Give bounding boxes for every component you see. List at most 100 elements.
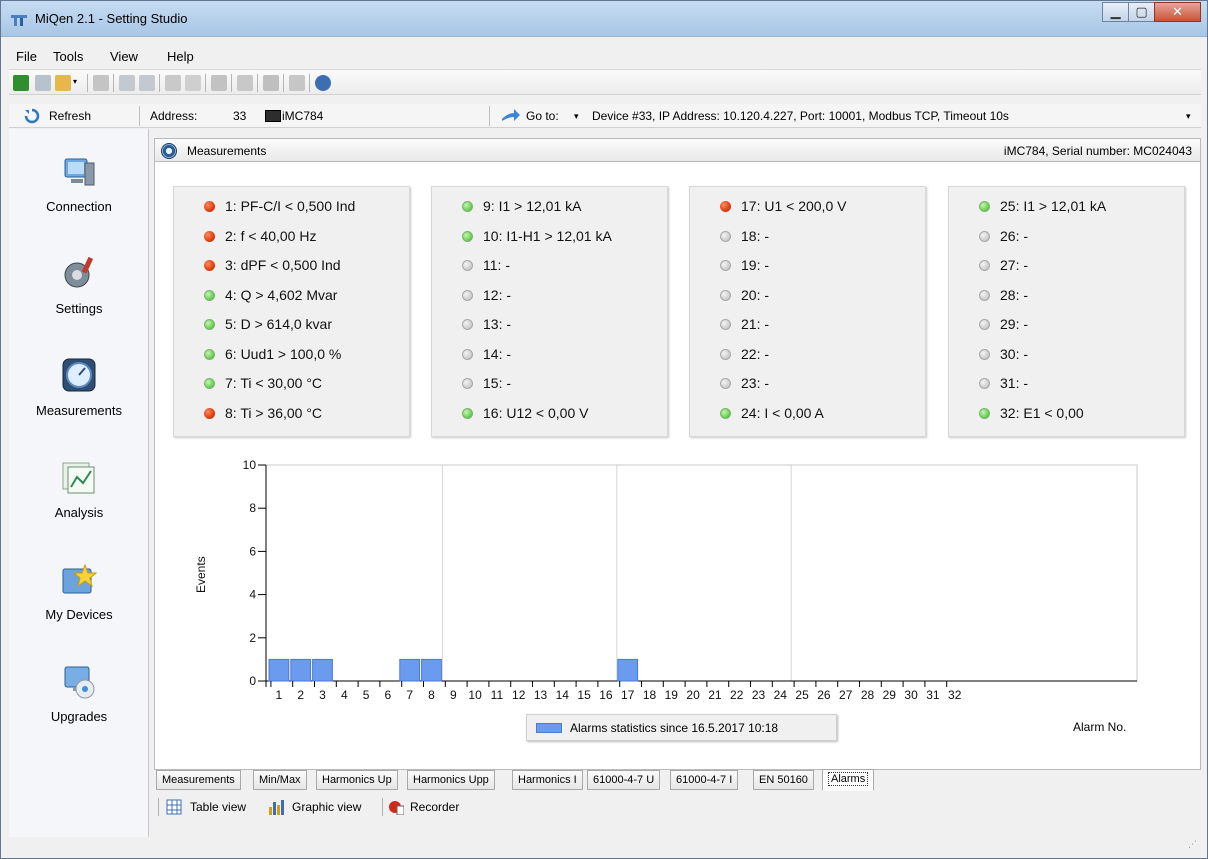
sidebar-item-analysis[interactable]: Analysis <box>9 455 149 545</box>
tab-harmonics-upp[interactable]: Harmonics Upp <box>407 770 495 790</box>
x-tick-label: 20 <box>686 688 700 702</box>
x-tick-label: 30 <box>904 688 918 702</box>
measurements-icon <box>62 358 96 392</box>
tab-min-max[interactable]: Min/Max <box>253 770 307 790</box>
legend-label: Alarms statistics since 16.5.2017 10:18 <box>570 721 779 735</box>
tab-label: Alarms <box>828 772 869 786</box>
alarm-label: 1: PF-C/I < 0,500 Ind <box>225 198 356 214</box>
tab-61000-4-7-i[interactable]: 61000-4-7 I <box>670 770 739 790</box>
resize-grip-icon[interactable]: ⋰ <box>1188 839 1197 850</box>
import-icon[interactable] <box>93 75 109 91</box>
open-folder-icon[interactable] <box>55 75 71 91</box>
tab-en-50160[interactable]: EN 50160 <box>753 770 814 790</box>
address-value[interactable]: 33 <box>233 109 246 123</box>
alarm-status-red-icon <box>204 230 215 242</box>
tab-harmonics-up[interactable]: Harmonics Up <box>316 770 398 790</box>
tab-61000-4-7-u[interactable]: 61000-4-7 U <box>587 770 661 790</box>
settings-icon <box>64 256 94 288</box>
y-axis-label: Events <box>194 556 208 593</box>
sidebar-item-upgrades[interactable]: Upgrades <box>9 659 149 749</box>
menu-file[interactable]: File <box>16 49 37 64</box>
print-icon[interactable] <box>165 75 181 91</box>
connection-icon <box>64 158 95 186</box>
alarm-label: 27: - <box>1000 257 1029 273</box>
close-button[interactable]: ✕ <box>1154 2 1201 22</box>
x-tick-label: 16 <box>599 688 613 702</box>
menu-view[interactable]: View <box>110 49 138 64</box>
x-tick-label: 11 <box>491 688 504 702</box>
x-tick-label: 22 <box>730 688 744 702</box>
tabs-bar: Measurements Min/Max Harmonics Up Harmonics… <box>154 769 1201 792</box>
tab-alarms[interactable]: Alarms <box>822 769 875 791</box>
chart-icon[interactable] <box>211 75 227 91</box>
alarm-label: 23: - <box>741 375 770 391</box>
refresh-icon[interactable] <box>24 108 40 124</box>
sidebar-item-my-devices[interactable]: My Devices <box>9 557 149 647</box>
goto-dropdown-icon[interactable]: ▾ <box>574 111 579 122</box>
alarm-status-grey-icon <box>720 289 731 301</box>
x-tick-label: 4 <box>341 688 348 702</box>
title-bar[interactable]: MiQen 2.1 - Setting Studio ▁ ▢ ✕ <box>1 1 1207 37</box>
device-model: iMC784 <box>282 109 324 123</box>
x-tick-label: 5 <box>363 688 370 702</box>
goto-target[interactable]: Device #33, IP Address: 10.120.4.227, Po… <box>592 109 1009 123</box>
alarm-label: 8: Ti > 36,00 °C <box>225 404 323 421</box>
sidebar-label-measurements: Measurements <box>36 403 122 418</box>
chart-legend: Alarms statistics since 16.5.2017 10:18 <box>526 714 837 741</box>
alarm-label: 4: Q > 4,602 Mvar <box>225 286 338 303</box>
alarm-status-green-icon <box>979 407 990 419</box>
alarm-status-green-icon <box>979 201 990 212</box>
alarm-status-grey-icon <box>462 319 473 330</box>
x-tick-label: 19 <box>665 688 679 702</box>
y-tick-label: 4 <box>249 588 256 602</box>
alarm-status-red-icon <box>720 201 731 212</box>
alarm-status-red-icon <box>204 201 215 212</box>
x-tick-label: 18 <box>643 688 657 702</box>
tab-harmonics-i[interactable]: Harmonics I <box>512 770 583 790</box>
menu-help[interactable]: Help <box>167 49 194 64</box>
x-tick-label: 3 <box>319 688 326 702</box>
sidebar-label-analysis: Analysis <box>54 505 104 520</box>
settings-wrench-icon[interactable] <box>289 75 305 91</box>
y-tick-label: 6 <box>249 544 256 558</box>
open-dropdown-icon[interactable]: ▾ <box>73 77 81 93</box>
print-device-icon[interactable] <box>35 75 51 91</box>
sidebar-item-measurements[interactable]: Measurements <box>9 353 149 443</box>
graphic-view-button[interactable]: Graphic view <box>292 800 361 814</box>
x-tick-label: 1 <box>276 688 283 702</box>
tab-measurements[interactable]: Measurements <box>156 770 241 790</box>
sidebar-item-settings[interactable]: Settings <box>9 251 149 341</box>
alarm-label: 20: - <box>741 286 770 303</box>
measurements-gauge-icon <box>161 143 177 159</box>
upgrades-icon <box>64 666 95 699</box>
print-preview-icon[interactable] <box>185 75 201 91</box>
refresh-button[interactable]: Refresh <box>49 109 91 123</box>
minimize-button[interactable]: ▁ <box>1102 2 1129 22</box>
alarm-label: 2: f < 40,00 Hz <box>225 227 317 244</box>
alarm-status-grey-icon <box>462 260 473 271</box>
window-icon[interactable] <box>263 75 279 91</box>
save-all-icon[interactable] <box>139 75 155 91</box>
tools-icon[interactable] <box>237 75 253 91</box>
maximize-button[interactable]: ▢ <box>1128 2 1155 22</box>
alarm-status-grey-icon <box>979 378 990 389</box>
save-icon[interactable] <box>119 75 135 91</box>
alarm-label: 17: U1 < 200,0 V <box>741 198 847 214</box>
sidebar-item-connection[interactable]: Connection <box>9 149 149 239</box>
app-icon <box>11 15 27 26</box>
analysis-icon <box>62 462 95 494</box>
goto-target-dropdown-icon[interactable]: ▾ <box>1186 111 1191 122</box>
menu-tools[interactable]: Tools <box>53 49 83 64</box>
recorder-button[interactable]: Recorder <box>410 800 459 814</box>
alarm-status-grey-icon <box>979 260 990 271</box>
alarm-label: 13: - <box>483 316 512 332</box>
alarm-label: 22: - <box>741 345 770 362</box>
alarm-status-green-icon <box>204 378 215 389</box>
new-icon[interactable] <box>13 75 29 91</box>
alarm-label: 31: - <box>1000 375 1029 391</box>
alarm-status-red-icon <box>204 260 215 271</box>
table-view-button[interactable]: Table view <box>190 800 246 814</box>
tab-label: Measurements <box>162 774 235 786</box>
help-icon[interactable] <box>315 75 331 91</box>
alarm-label: 6: Uud1 > 100,0 % <box>225 345 342 362</box>
